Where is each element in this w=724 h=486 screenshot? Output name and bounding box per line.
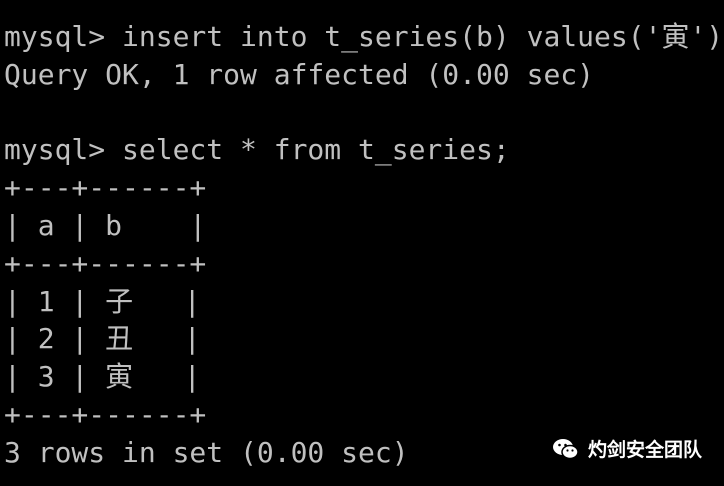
- terminal-window[interactable]: mysql> insert into t_series(b) values('寅…: [0, 0, 724, 486]
- table-row: | 1 | 子 |: [4, 284, 201, 318]
- terminal-line-select-command: mysql> select * from t_series;: [4, 133, 510, 167]
- table-border-header: +---+------+: [4, 246, 207, 280]
- table-border-top: +---+------+: [4, 171, 207, 205]
- terminal-line-insert-command: mysql> insert into t_series(b) values('寅…: [4, 20, 724, 53]
- terminal-line-insert-result: Query OK, 1 row affected (0.00 sec): [4, 57, 595, 91]
- table-row: | 3 | 寅 |: [4, 360, 201, 394]
- table-row: | 2 | 丑 |: [4, 322, 201, 356]
- watermark: 灼剑安全团队: [552, 435, 702, 462]
- watermark-text: 灼剑安全团队: [587, 439, 702, 461]
- table-header-row: | a | b |: [4, 208, 207, 242]
- wechat-icon: [552, 437, 580, 461]
- table-border-bottom: +---+------+: [4, 397, 207, 431]
